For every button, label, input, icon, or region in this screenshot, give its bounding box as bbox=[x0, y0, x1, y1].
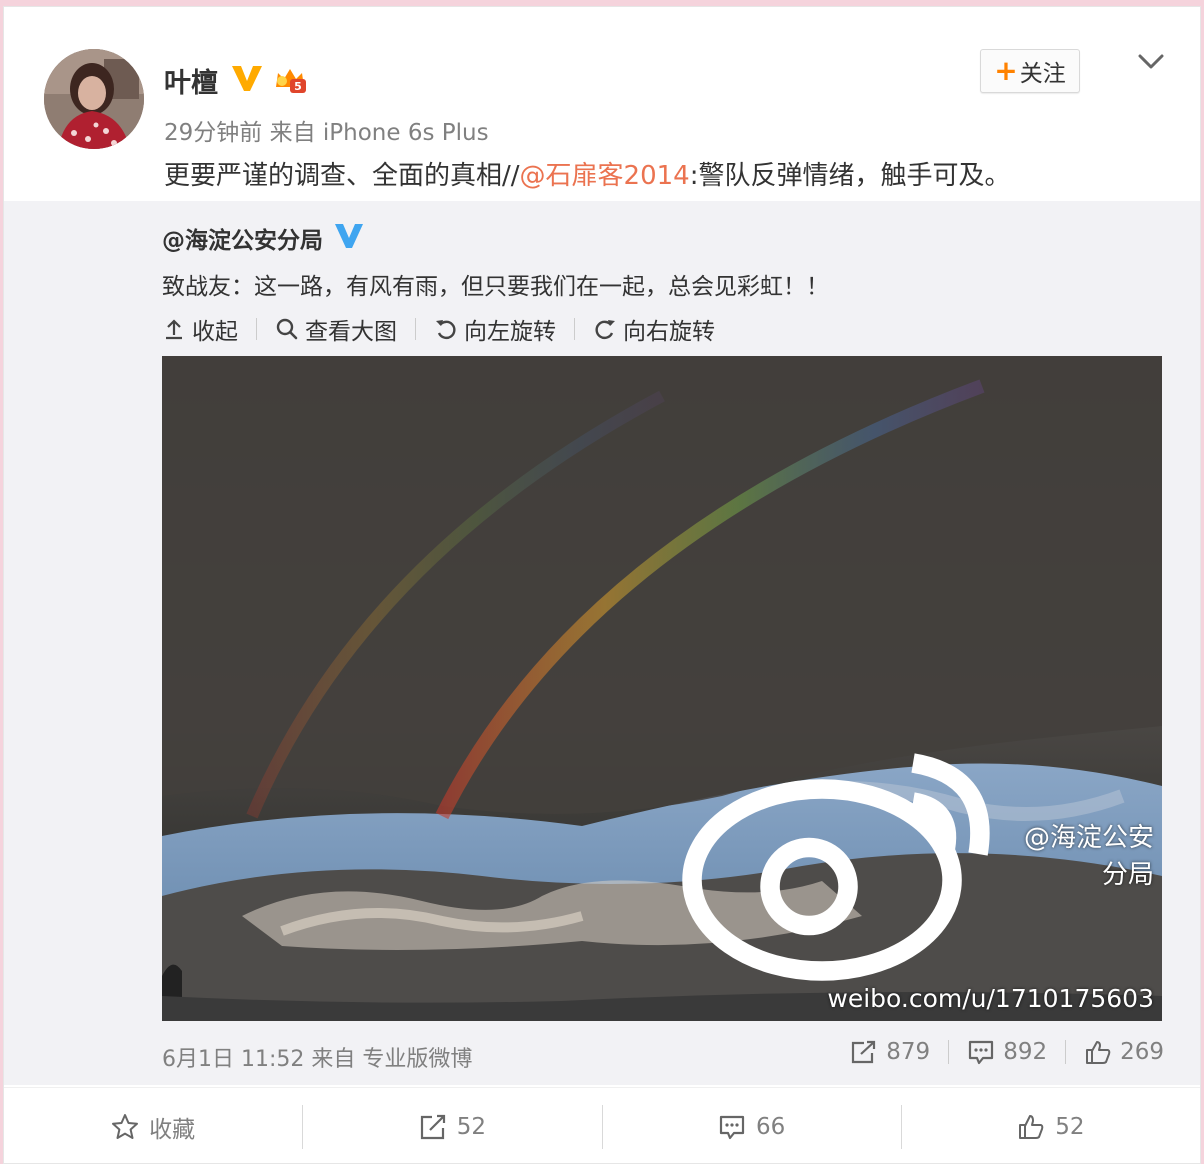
comment-icon bbox=[969, 1040, 994, 1065]
favorite-button[interactable]: 收藏 bbox=[4, 1105, 302, 1149]
original-repost-stat[interactable]: 879 bbox=[850, 1039, 930, 1065]
follow-label: 关注 bbox=[1019, 61, 1066, 87]
plus-icon: + bbox=[994, 54, 1018, 87]
divider bbox=[1065, 1040, 1067, 1064]
share-icon bbox=[420, 1114, 445, 1139]
image-toolbar: 收起 查看大图 向左旋转 向右旋转 bbox=[162, 313, 715, 345]
username[interactable]: 叶檀 bbox=[164, 61, 218, 100]
divider bbox=[415, 318, 416, 340]
watermark-name: @海淀公安分局 bbox=[1023, 822, 1154, 890]
rotate-right-button[interactable]: 向右旋转 bbox=[593, 312, 715, 346]
follow-button[interactable]: + 关注 bbox=[980, 49, 1080, 93]
watermark-url: weibo.com/u/1710175603 bbox=[827, 984, 1154, 1013]
chevron-down-icon[interactable] bbox=[1136, 47, 1166, 77]
original-like-stat[interactable]: 269 bbox=[1084, 1039, 1164, 1065]
original-author[interactable]: @海淀公安分局 bbox=[162, 221, 323, 255]
verified-blue-v-icon bbox=[335, 224, 363, 248]
repost-box: @海淀公安分局 致战友：这一路，有风有雨，但只要我们在一起，总会见彩虹！！ 收起… bbox=[4, 201, 1200, 1085]
photo-watermark: @海淀公安分局 weibo.com/u/1710175603 bbox=[666, 724, 1154, 1013]
favorite-label: 收藏 bbox=[149, 1116, 196, 1143]
share-icon bbox=[852, 1040, 876, 1064]
comment-button[interactable]: 66 bbox=[603, 1105, 901, 1149]
divider bbox=[948, 1040, 950, 1064]
like-count: 52 bbox=[1055, 1113, 1085, 1140]
member-crown-icon[interactable]: 5 bbox=[272, 65, 308, 95]
original-comment-stat[interactable]: 892 bbox=[967, 1039, 1047, 1065]
star-icon bbox=[112, 1113, 139, 1139]
avatar[interactable] bbox=[44, 49, 144, 149]
like-button[interactable]: 52 bbox=[902, 1105, 1200, 1149]
mention-link[interactable]: @石扉客2014 bbox=[520, 161, 690, 191]
verified-v-icon bbox=[232, 66, 262, 91]
view-large-button[interactable]: 查看大图 bbox=[275, 312, 397, 346]
collapse-button[interactable]: 收起 bbox=[162, 312, 238, 346]
weibo-card: 叶檀 5 29分钟前 来自 iPhone 6s Plus + 关注 更要严谨的调… bbox=[3, 6, 1201, 1164]
comment-count: 66 bbox=[755, 1113, 786, 1140]
rotate-left-label: 向左旋转 bbox=[464, 319, 556, 345]
comment-icon bbox=[719, 1115, 745, 1139]
view-large-label: 查看大图 bbox=[305, 319, 397, 345]
magnifier-icon bbox=[276, 318, 298, 340]
repost-button[interactable]: 52 bbox=[303, 1105, 601, 1149]
original-comment-count: 892 bbox=[1003, 1039, 1048, 1065]
rotate-right-label: 向右旋转 bbox=[623, 319, 715, 345]
post-text-main: 更要严谨的调查、全面的真相// bbox=[164, 161, 520, 191]
svg-text:5: 5 bbox=[294, 80, 302, 93]
original-repost-count: 879 bbox=[886, 1039, 931, 1065]
action-bar: 收藏 52 66 52 bbox=[4, 1087, 1200, 1164]
divider bbox=[574, 318, 575, 340]
original-text: 致战友：这一路，有风有雨，但只要我们在一起，总会见彩虹！！ bbox=[162, 274, 829, 300]
collapse-icon bbox=[166, 319, 182, 340]
rotate-left-icon bbox=[436, 320, 456, 340]
rotate-right-icon bbox=[595, 320, 615, 340]
repost-count: 52 bbox=[456, 1113, 487, 1140]
thumbs-up-icon bbox=[1086, 1041, 1111, 1064]
weibo-logo-icon bbox=[682, 753, 990, 981]
post-meta: 29分钟前 来自 iPhone 6s Plus bbox=[164, 120, 489, 146]
rotate-left-button[interactable]: 向左旋转 bbox=[434, 312, 556, 346]
post-text: 更要严谨的调查、全面的真相//@石扉客2014:警队反弹情绪，触手可及。 bbox=[164, 155, 1010, 192]
original-footer: 6月1日 11:52 来自 专业版微博 bbox=[162, 1047, 473, 1072]
original-like-count: 269 bbox=[1120, 1039, 1164, 1065]
collapse-label: 收起 bbox=[192, 319, 238, 345]
post-photo[interactable]: @海淀公安分局 weibo.com/u/1710175603 bbox=[162, 356, 1162, 1021]
post-text-tail: :警队反弹情绪，触手可及。 bbox=[689, 161, 1011, 191]
original-stats: 879 892 269 bbox=[850, 1039, 1164, 1065]
thumbs-up-icon bbox=[1019, 1114, 1044, 1139]
divider bbox=[256, 318, 257, 340]
